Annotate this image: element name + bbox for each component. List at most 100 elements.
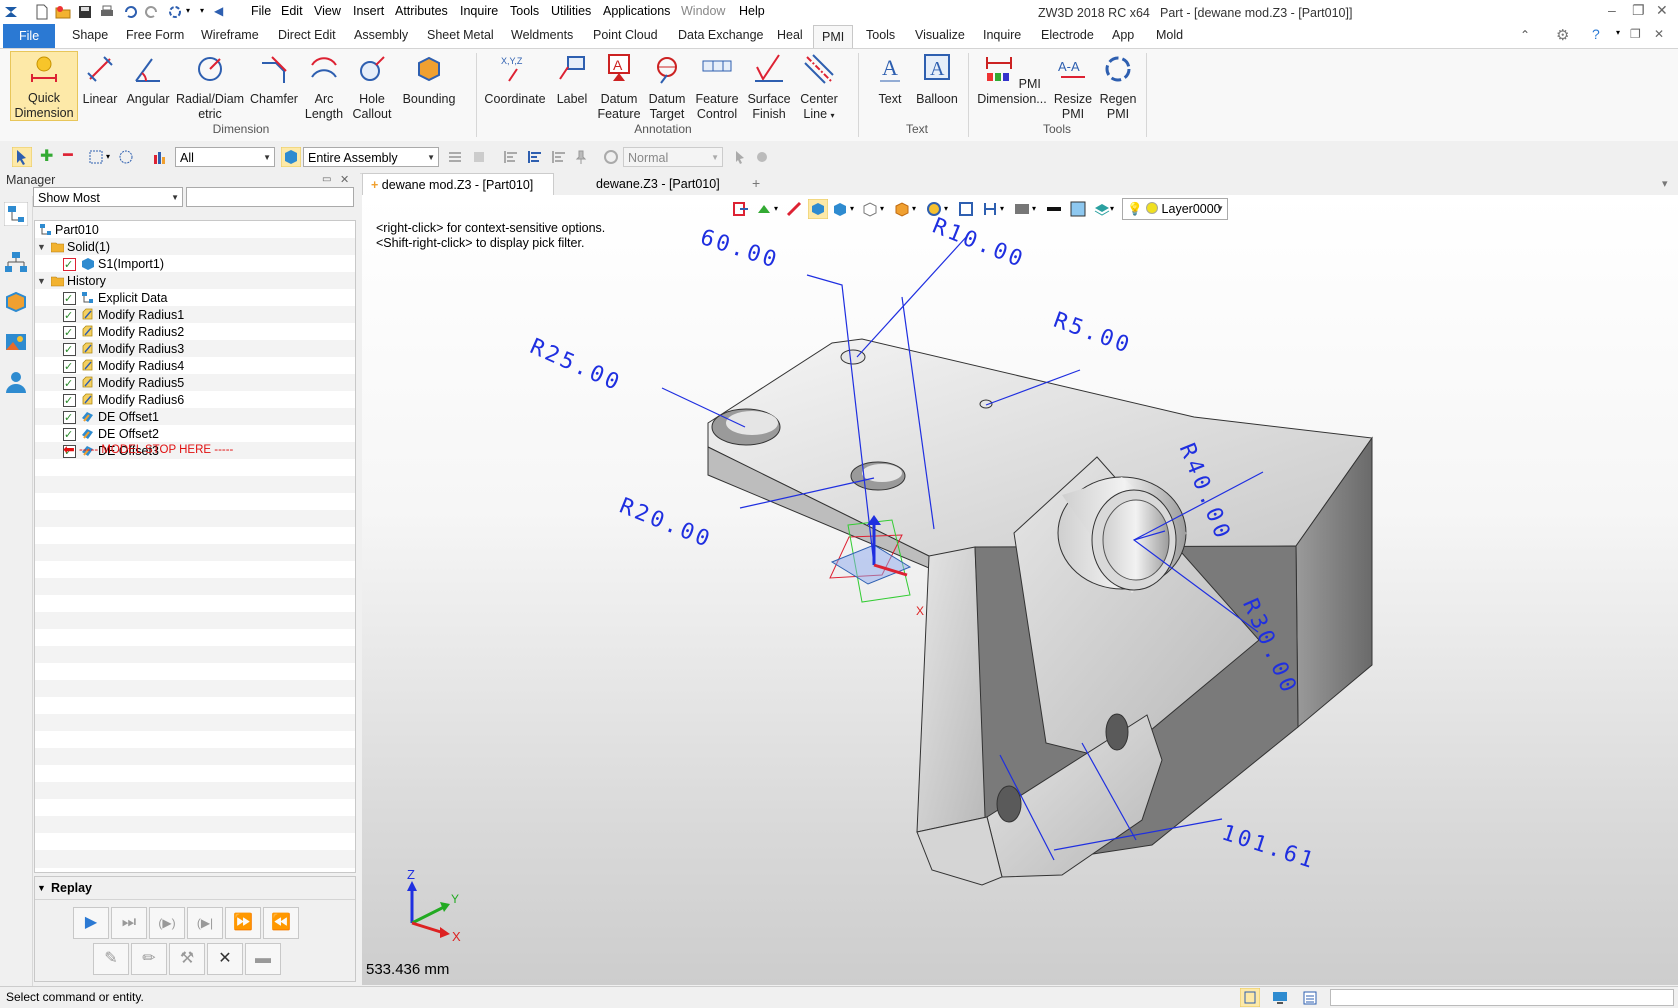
bounding-button[interactable]: Bounding: [398, 53, 460, 107]
pin-icon[interactable]: [573, 149, 589, 165]
user-role-icon[interactable]: [4, 370, 28, 394]
regen-icon[interactable]: [167, 4, 183, 20]
replay-edit-icon[interactable]: ✏: [131, 943, 167, 975]
linear-button[interactable]: Linear: [80, 53, 120, 107]
settings-gear-icon[interactable]: ⚙: [1556, 26, 1569, 44]
doc-restore-icon[interactable]: ❐: [1630, 27, 1641, 41]
suppress-checkbox[interactable]: [63, 358, 76, 376]
style-icon[interactable]: [603, 149, 619, 165]
tab-shape[interactable]: Shape: [72, 28, 108, 42]
suppress-checkbox[interactable]: [63, 290, 76, 308]
menu-inquire[interactable]: Inquire: [460, 4, 498, 18]
tab-wireframe[interactable]: Wireframe: [201, 28, 259, 42]
datum-feature-button[interactable]: A Datum Feature: [596, 53, 642, 122]
measure-icon[interactable]: [786, 201, 802, 217]
tab-direct-edit[interactable]: Direct Edit: [278, 28, 336, 42]
assembly-manager-icon[interactable]: [4, 250, 28, 274]
replay-cancel-icon[interactable]: ✕: [207, 943, 243, 975]
minimize-icon[interactable]: –: [1608, 2, 1616, 18]
center-line-dropdown-icon[interactable]: ▾: [831, 111, 835, 120]
command-input[interactable]: [1330, 989, 1674, 1006]
radial-diametric-button[interactable]: Radial/Diam etric: [176, 53, 244, 122]
assembly-scope-icon[interactable]: [281, 147, 301, 167]
manager-search-input[interactable]: [186, 187, 354, 207]
tab-electrode[interactable]: Electrode: [1041, 28, 1094, 42]
chevron-down-icon[interactable]: ▾: [1032, 204, 1036, 213]
doc-tab-active[interactable]: + dewane mod.Z3 - [Part010] ✕: [362, 173, 554, 214]
print-icon[interactable]: [99, 4, 115, 20]
qa-back-icon[interactable]: ◀: [214, 4, 223, 18]
tab-list-icon[interactable]: ▾: [1662, 177, 1668, 190]
qa-customize-icon[interactable]: ▾: [200, 6, 204, 15]
pick-pointer-icon[interactable]: [12, 147, 32, 167]
replay-rewind-icon[interactable]: ⏪: [263, 907, 299, 939]
arc-length-button[interactable]: Arc Length: [304, 53, 344, 122]
panel-close-icon[interactable]: ✕: [340, 173, 349, 186]
panel-pin-icon[interactable]: ▭: [322, 174, 331, 185]
history-manager-icon[interactable]: [4, 202, 28, 226]
undo-icon[interactable]: [122, 4, 138, 20]
menu-tools[interactable]: Tools: [510, 4, 539, 18]
regen-pmi-button[interactable]: Regen PMI: [1098, 53, 1138, 122]
tab-point-cloud[interactable]: Point Cloud: [593, 28, 658, 42]
text-button[interactable]: A Text: [872, 53, 908, 107]
chamfer-button[interactable]: Chamfer: [248, 53, 300, 107]
collapse-ribbon-icon[interactable]: ⌃: [1520, 28, 1530, 42]
tab-inquire[interactable]: Inquire: [983, 28, 1021, 42]
replay-finish-icon[interactable]: ▬: [245, 943, 281, 975]
show-filter-select[interactable]: Show Most ▼: [33, 187, 183, 207]
tab-tools[interactable]: Tools: [866, 28, 895, 42]
collapse-replay-icon[interactable]: ▼: [37, 883, 46, 893]
tab-app[interactable]: App: [1112, 28, 1134, 42]
hole-callout-button[interactable]: Hole Callout: [350, 53, 394, 122]
help-icon[interactable]: ?: [1592, 26, 1600, 42]
zoom-fit-icon[interactable]: [958, 201, 974, 217]
box-select-icon[interactable]: [88, 149, 104, 165]
chevron-down-icon[interactable]: ▾: [850, 204, 854, 213]
section-view-icon[interactable]: [982, 201, 998, 217]
tab-pmi[interactable]: PMI: [813, 25, 854, 49]
replay-forward-icon[interactable]: ⏩: [225, 907, 261, 939]
tab-mold[interactable]: Mold: [1156, 28, 1183, 42]
suppress-checkbox[interactable]: [63, 307, 76, 325]
part-model[interactable]: [707, 338, 1373, 886]
menu-edit[interactable]: Edit: [281, 4, 303, 18]
surface-finish-button[interactable]: Surface Finish: [746, 53, 792, 122]
tab-data-exchange[interactable]: Data Exchange: [678, 28, 763, 42]
visibility-checkbox[interactable]: [63, 256, 76, 274]
remove-filter-icon[interactable]: ━: [63, 145, 73, 165]
pick-filter-select[interactable]: All ▼: [175, 147, 275, 167]
chevron-down-icon[interactable]: ▾: [1110, 204, 1114, 213]
replay-debug-icon[interactable]: ⚒: [169, 943, 205, 975]
box-select-dropdown-icon[interactable]: ▾: [106, 152, 110, 161]
replay-step-icon[interactable]: ⏭: [111, 907, 147, 939]
new-file-icon[interactable]: [34, 4, 50, 20]
align-icon[interactable]: [551, 149, 567, 165]
tab-weldments[interactable]: Weldments: [511, 28, 573, 42]
save-icon[interactable]: [77, 4, 93, 20]
quick-dimension-button[interactable]: Quick Dimension: [10, 51, 78, 121]
pick-settings-icon[interactable]: [754, 149, 770, 165]
exit-icon[interactable]: [732, 201, 748, 217]
qa-dropdown-icon[interactable]: ▾: [186, 6, 190, 15]
chevron-down-icon[interactable]: ▾: [912, 204, 916, 213]
align-icon[interactable]: [503, 149, 519, 165]
monitor-icon[interactable]: [1272, 990, 1288, 1006]
suppress-checkbox[interactable]: [63, 392, 76, 410]
suppress-checkbox[interactable]: [63, 375, 76, 393]
menu-applications[interactable]: Applications: [603, 4, 670, 18]
redo-icon[interactable]: [144, 4, 160, 20]
menu-utilities[interactable]: Utilities: [551, 4, 591, 18]
tab-heal[interactable]: Heal: [777, 28, 803, 42]
render-mode-icon[interactable]: [926, 201, 942, 217]
label-button[interactable]: Label: [552, 53, 592, 107]
suppress-checkbox[interactable]: [63, 409, 76, 427]
model-canvas[interactable]: [362, 195, 1678, 985]
replay-link-icon[interactable]: ✎: [93, 943, 129, 975]
layer-select[interactable]: 💡 Layer0000 ▼: [1122, 198, 1228, 220]
graphics-viewport[interactable]: 60.00 R10.00 R5.00 R25.00 R40.00 R20.00 …: [362, 195, 1678, 985]
tab-file[interactable]: File: [3, 24, 56, 48]
close-window-icon[interactable]: ✕: [1656, 2, 1668, 19]
menu-attributes[interactable]: Attributes: [395, 4, 448, 18]
background-icon[interactable]: [1014, 201, 1030, 217]
